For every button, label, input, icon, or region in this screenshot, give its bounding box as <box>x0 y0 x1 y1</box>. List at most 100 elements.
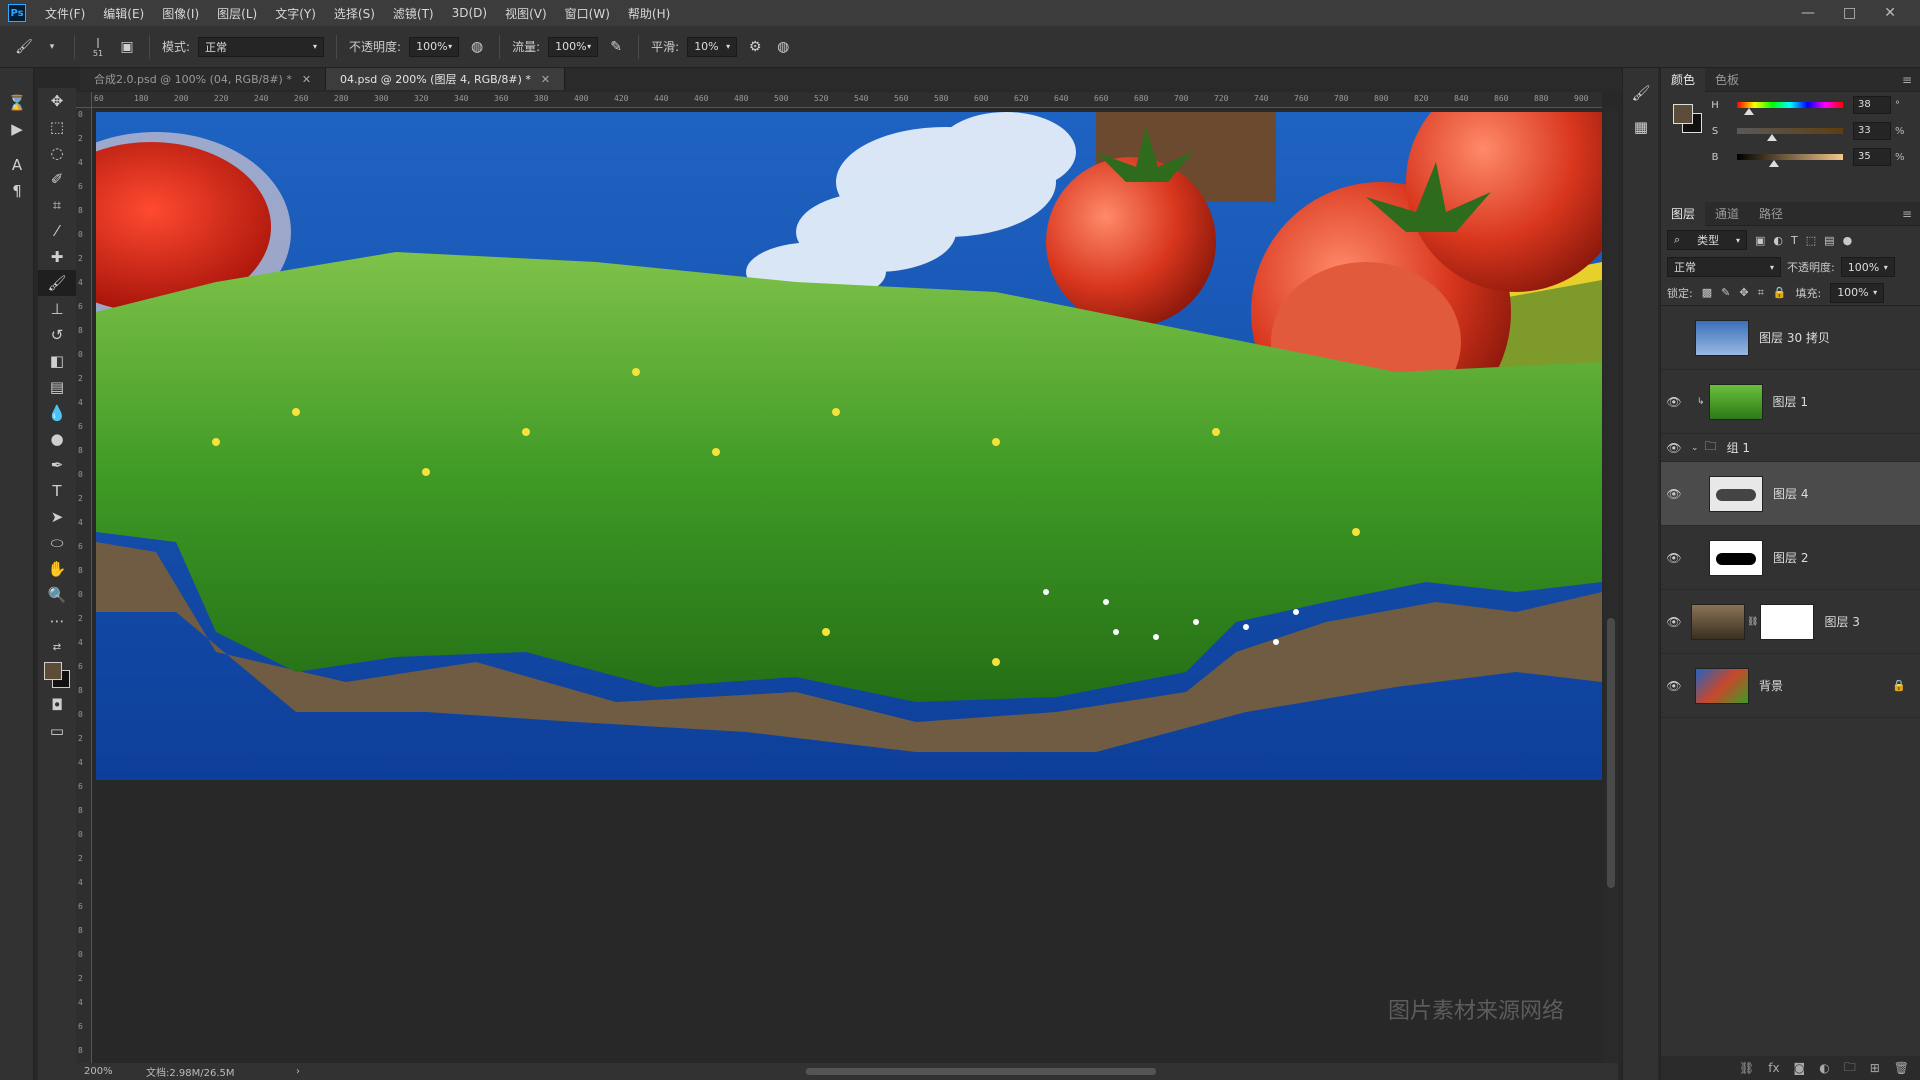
layer-mask-thumbnail[interactable] <box>1760 603 1815 640</box>
clone-stamp-tool-icon[interactable]: ⊥ <box>38 296 76 322</box>
pressure-size-icon[interactable]: ◍ <box>773 37 793 57</box>
mask-link-icon[interactable]: ⛓ <box>1747 617 1758 627</box>
eye-icon[interactable]: 👁 <box>1661 679 1687 693</box>
tab-active-doc[interactable]: 04.psd @ 200% (图层 4, RGB/8#) * ✕ <box>326 68 566 90</box>
layer-filter-select[interactable]: ⌕ 类型 ▾ <box>1667 230 1747 250</box>
history-panel-icon[interactable]: ⌛ <box>0 90 34 116</box>
new-group-icon[interactable]: 🗀 <box>1844 1058 1856 1079</box>
tab-paths[interactable]: 路径 <box>1749 202 1793 226</box>
airbrush-icon[interactable]: ✎ <box>606 37 626 57</box>
eye-icon[interactable]: 👁 <box>1661 441 1687 455</box>
brush-settings-icon[interactable]: 🖌 <box>1623 80 1659 106</box>
eyedropper-tool-icon[interactable]: ⁄ <box>38 218 76 244</box>
add-mask-icon[interactable]: ◙ <box>1794 1061 1806 1075</box>
saturation-slider-thumb[interactable] <box>1766 134 1777 141</box>
maximize-icon[interactable]: □ <box>1843 5 1856 21</box>
mode-select[interactable]: 正常 ▾ <box>198 36 325 57</box>
smoothing-input[interactable]: 10% ▾ <box>687 36 738 57</box>
blend-mode-select[interactable]: 正常 ▾ <box>1667 257 1781 277</box>
filter-smart-object-icon[interactable]: ▤ <box>1824 234 1834 247</box>
pressure-opacity-icon[interactable]: ◍ <box>467 37 487 57</box>
lock-all-icon[interactable]: 🔒 <box>1773 286 1787 299</box>
menu-window[interactable]: 窗口(W) <box>556 5 619 22</box>
hue-slider-thumb[interactable] <box>1743 108 1754 115</box>
horizontal-scrollbar-thumb[interactable] <box>806 1068 1156 1075</box>
pen-tool-icon[interactable]: ✒ <box>38 452 76 478</box>
tab-layers[interactable]: 图层 <box>1661 201 1706 226</box>
screen-mode-icon[interactable]: ▭ <box>38 718 76 744</box>
healing-brush-tool-icon[interactable]: ✚ <box>38 244 76 270</box>
shape-tool-icon[interactable]: ⬭ <box>38 530 76 556</box>
hue-input[interactable]: 38 <box>1853 96 1891 114</box>
chevron-down-icon[interactable]: ▾ <box>42 37 62 57</box>
history-brush-tool-icon[interactable]: ↺ <box>38 322 76 348</box>
tab-swatches[interactable]: 色板 <box>1705 68 1749 92</box>
eraser-tool-icon[interactable]: ◧ <box>38 348 76 374</box>
dodge-tool-icon[interactable]: ● <box>38 426 76 452</box>
layer-row-layer-4[interactable]: 👁 图层 4 <box>1661 462 1920 526</box>
path-select-tool-icon[interactable]: ➤ <box>38 504 76 530</box>
layer-row-background[interactable]: 👁 背景 🔒 <box>1661 654 1920 718</box>
brightness-slider-thumb[interactable] <box>1769 160 1780 167</box>
menu-help[interactable]: 帮助(H) <box>619 5 679 22</box>
menu-view[interactable]: 视图(V) <box>496 5 556 22</box>
foreground-color-swatch[interactable] <box>44 662 62 680</box>
paragraph-panel-icon[interactable]: ¶ <box>0 178 34 204</box>
gradient-tool-icon[interactable]: ▤ <box>38 374 76 400</box>
lock-position-icon[interactable]: ✥ <box>1739 286 1748 299</box>
filter-pixel-icon[interactable]: ▣ <box>1755 234 1765 247</box>
close-icon[interactable]: ✕ <box>541 73 550 86</box>
new-layer-icon[interactable]: ⊞ <box>1870 1061 1880 1075</box>
menu-3d[interactable]: 3D(D) <box>443 6 496 20</box>
tab-composite-doc[interactable]: 合成2.0.psd @ 100% (04, RGB/8#) * ✕ <box>80 68 327 90</box>
eye-icon[interactable]: 👁 <box>1661 551 1687 565</box>
layer-row-layer-1[interactable]: 👁 ↳ 图层 1 <box>1661 370 1920 434</box>
more-tools-icon[interactable]: ⋯ <box>38 608 76 634</box>
zoom-level[interactable]: 200% <box>76 1066 136 1077</box>
panel-menu-icon[interactable]: ≡ <box>1902 207 1912 221</box>
menu-image[interactable]: 图像(I) <box>153 5 208 22</box>
actions-panel-icon[interactable]: ▶ <box>0 116 34 142</box>
scrollbar-thumb[interactable] <box>1607 618 1615 888</box>
filter-type-icon[interactable]: T <box>1791 234 1798 247</box>
saturation-slider[interactable] <box>1737 128 1843 141</box>
flow-input[interactable]: 100% ▾ <box>548 36 599 57</box>
brush-tool-icon[interactable]: 🖌 <box>14 37 34 57</box>
lock-image-icon[interactable]: ✎ <box>1721 286 1730 299</box>
eye-icon[interactable]: 👁 <box>1661 395 1687 409</box>
document-image[interactable] <box>96 112 1602 780</box>
color-swatches[interactable] <box>38 660 76 692</box>
brightness-slider[interactable] <box>1737 154 1843 167</box>
minimize-icon[interactable]: — <box>1801 5 1815 21</box>
menu-edit[interactable]: 编辑(E) <box>94 5 153 22</box>
trash-icon[interactable]: 🗑 <box>1894 1061 1909 1075</box>
eye-icon[interactable]: 👁 <box>1661 615 1687 629</box>
filter-shape-icon[interactable]: ⬚ <box>1806 234 1816 247</box>
filter-toggle-icon[interactable]: ● <box>1843 234 1853 247</box>
vertical-scrollbar[interactable] <box>1604 108 1618 1063</box>
foreground-color-swatch[interactable] <box>1673 104 1693 124</box>
tab-color[interactable]: 颜色 <box>1661 67 1706 92</box>
chevron-down-icon[interactable]: ⌄ <box>1691 443 1699 453</box>
close-icon[interactable]: ✕ <box>1884 5 1896 21</box>
layer-row-layer-30-copy[interactable]: 图层 30 拷贝 <box>1661 306 1920 370</box>
tab-channels[interactable]: 通道 <box>1705 202 1749 226</box>
lock-artboard-icon[interactable]: ⌗ <box>1758 286 1764 300</box>
default-colors-icon[interactable]: ⇄ <box>38 634 76 660</box>
menu-layer[interactable]: 图层(L) <box>208 5 266 22</box>
canvas-area[interactable]: 图片素材来源网络 <box>92 108 1604 1063</box>
filter-adjustment-icon[interactable]: ◐ <box>1773 234 1783 247</box>
quick-select-tool-icon[interactable]: ✐ <box>38 166 76 192</box>
hue-slider[interactable] <box>1737 102 1843 115</box>
quick-mask-icon[interactable]: ◘ <box>38 692 76 718</box>
panel-menu-icon[interactable]: ≡ <box>1902 73 1912 87</box>
fill-input[interactable]: 100% ▾ <box>1830 282 1885 303</box>
color-swatches[interactable] <box>1673 104 1703 134</box>
gear-icon[interactable]: ⚙ <box>745 37 765 57</box>
menu-select[interactable]: 选择(S) <box>325 5 384 22</box>
brush-preset-picker[interactable]: ǀ 51 <box>87 36 109 58</box>
menu-type[interactable]: 文字(Y) <box>266 5 325 22</box>
menu-file[interactable]: 文件(F) <box>36 5 94 22</box>
layer-row-group-1[interactable]: 👁 ⌄ 🗀 组 1 <box>1661 434 1920 462</box>
layer-row-layer-2[interactable]: 👁 图层 2 <box>1661 526 1920 590</box>
